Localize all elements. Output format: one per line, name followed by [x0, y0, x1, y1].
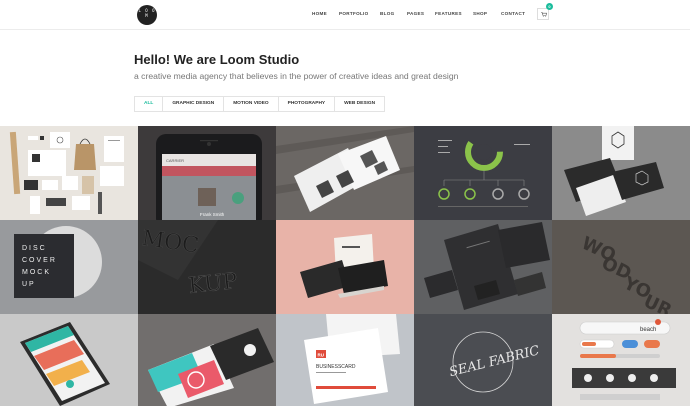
nav-home[interactable]: HOME	[312, 11, 327, 16]
phone-carrier-text: CARRIER	[166, 158, 184, 163]
nav-pages[interactable]: PAGES	[407, 11, 424, 16]
stationery-image	[0, 126, 138, 220]
portfolio-item-business-cards-gray[interactable]	[552, 126, 690, 220]
portfolio-item-ui-kit[interactable]: beach	[552, 314, 690, 406]
ui-kit-image: beach	[552, 314, 690, 406]
phone-app-image: CARRIER Frank Smith	[138, 126, 276, 220]
nav-portfolio[interactable]: PORTFOLIO	[339, 11, 369, 16]
infographic-image	[414, 126, 552, 220]
portfolio-filters: ALL GRAPHIC DESIGN MOTION VIDEO PHOTOGRA…	[134, 96, 386, 112]
cart-icon	[541, 12, 547, 17]
portfolio-item-stationery-set[interactable]	[0, 126, 138, 220]
cart-button[interactable]	[537, 8, 549, 20]
filter-graphic-design[interactable]: GRAPHIC DESIGN	[163, 97, 225, 111]
page-title: Hello! We are Loom Studio	[134, 52, 300, 67]
portfolio-item-tablet-app[interactable]	[0, 314, 138, 406]
portfolio-item-infographic[interactable]	[414, 126, 552, 220]
portfolio-item-business-cards-pink[interactable]	[276, 220, 414, 314]
main-nav: HOME PORTFOLIO BLOG PAGES FEATURES SHOP …	[0, 11, 690, 21]
portfolio-item-colorful-cards[interactable]	[138, 314, 276, 406]
portfolio-item-seal-fabric[interactable]: SEAL FABRIC	[414, 314, 552, 406]
page-subtitle: a creative media agency that believes in…	[134, 71, 459, 81]
portfolio-item-dark-stationery[interactable]	[414, 220, 552, 314]
portfolio-item-red-cards[interactable]: RU BUSINESSCARD	[276, 314, 414, 406]
nav-features[interactable]: FEATURES	[435, 11, 462, 16]
3d-letters-image: WO OD YO UR	[552, 220, 690, 314]
cd-cover-text-2: COVER	[22, 257, 57, 264]
ui-kit-search-text: beach	[640, 327, 656, 333]
mockup-text-2: KUP	[187, 269, 239, 299]
cd-cover-text-4: UP	[22, 281, 36, 288]
cd-cover-text-1: DISC	[22, 245, 47, 252]
business-cards-pink-image	[276, 220, 414, 314]
portfolio-grid: CARRIER Frank Smith DISC COVER MOCK UP M…	[0, 126, 690, 406]
cart-count-badge: 0	[546, 3, 553, 10]
nav-contact[interactable]: CONTACT	[501, 11, 525, 16]
tablet-app-image	[0, 314, 138, 406]
dark-stationery-image	[414, 220, 552, 314]
nav-shop[interactable]: SHOP	[473, 11, 487, 16]
business-cards-gray-image	[552, 126, 690, 220]
phone-profile-name: Frank Smith	[200, 212, 225, 217]
filter-motion-video[interactable]: MOTION VIDEO	[224, 97, 279, 111]
portfolio-item-mockup-letters[interactable]: MOC KUP	[138, 220, 276, 314]
red-card-title: BUSINESSCARD	[316, 364, 356, 370]
brochure-image	[276, 126, 414, 220]
portfolio-item-3d-letters[interactable]: WO OD YO UR	[552, 220, 690, 314]
cd-cover-text-3: MOCK	[22, 269, 51, 276]
cd-cover-image: DISC COVER MOCK UP	[0, 220, 138, 314]
mockup-letters-image: MOC KUP	[138, 220, 276, 314]
colorful-cards-image	[138, 314, 276, 406]
filter-all[interactable]: ALL	[135, 97, 164, 111]
portfolio-item-brochure[interactable]	[276, 126, 414, 220]
red-card-logo-text: RU	[318, 353, 325, 358]
red-cards-image: RU BUSINESSCARD	[276, 314, 414, 406]
filter-photography[interactable]: PHOTOGRAPHY	[279, 97, 336, 111]
portfolio-item-phone-app[interactable]: CARRIER Frank Smith	[138, 126, 276, 220]
filter-web-design[interactable]: WEB DESIGN	[335, 97, 384, 111]
portfolio-item-cd-cover[interactable]: DISC COVER MOCK UP	[0, 220, 138, 314]
seal-fabric-image: SEAL FABRIC	[414, 314, 552, 406]
top-bar: L O O M HOME PORTFOLIO BLOG PAGES FEATUR…	[0, 0, 690, 30]
nav-blog[interactable]: BLOG	[380, 11, 394, 16]
